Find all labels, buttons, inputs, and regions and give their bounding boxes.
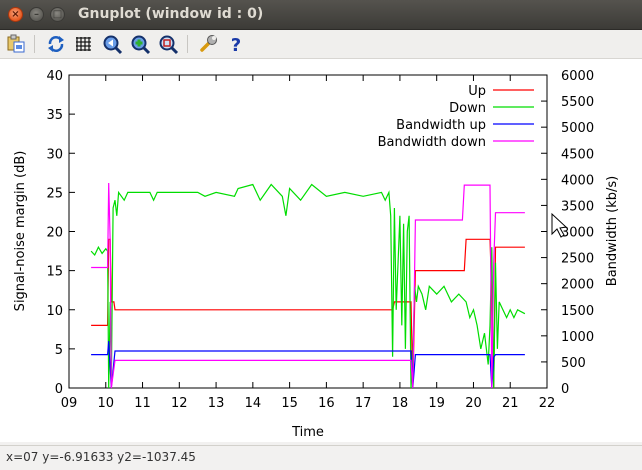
y2-tick-label: 0 [561,382,569,397]
plot-area[interactable]: 09 10 11 12 13 14 15 16 17 18 19 20 21 22 0 5 10 15 20 25 30… [0,59,642,442]
legend-label: Bandwidth up [396,118,486,133]
y2-tick-label: 2500 [561,252,594,267]
replot-button[interactable] [45,33,67,55]
x-tick-label: 17 [355,396,372,411]
zoom-prev-icon [103,35,123,55]
x-axis-label: Time [291,425,324,440]
toolbar-separator [187,35,188,53]
x-tick-label: 16 [318,396,335,411]
clipboard-icon [7,34,25,53]
x-tick-label: 22 [539,396,556,411]
svg-text:?: ? [231,35,241,55]
y2-axis-label: Bandwidth (kb/s) [605,176,620,286]
x-tick-label: 14 [245,396,262,411]
close-icon: × [11,9,20,20]
legend-label: Down [449,101,486,116]
y2-tick-label: 4000 [561,173,594,188]
y2-tick-label: 4500 [561,147,594,162]
y2-tick-label: 3500 [561,199,594,214]
maximize-button[interactable]: □ [50,7,65,22]
copy-to-clipboard-button[interactable] [5,33,27,55]
y2-tick-label: 500 [561,356,586,371]
x-tick-label: 19 [428,396,445,411]
gnuplot-window: × – □ Gnuplot (window id : 0) ? 09 10 11… [0,0,642,470]
y2-tick-label: 5000 [561,121,594,136]
y-tick-label: 35 [46,108,63,123]
zoom-autoscale-icon [159,35,179,55]
legend-label: Bandwidth down [378,135,486,150]
y-tick-label: 30 [46,147,63,162]
previous-zoom-button[interactable] [101,33,123,55]
x-tick-label: 12 [171,396,188,411]
refresh-icon [48,36,64,52]
help-icon: ? [231,35,241,56]
y2-tick-label: 1500 [561,304,594,319]
close-button[interactable]: × [8,7,23,22]
y-tick-label: 20 [46,226,63,241]
y2-tick-label: 3000 [561,226,594,241]
settings-button[interactable] [197,33,219,55]
y-tick-label: 0 [55,382,63,397]
y-tick-label: 25 [46,186,63,201]
x-tick-label: 20 [465,396,482,411]
toggle-grid-button[interactable] [73,33,95,55]
y2-tick-label: 5500 [561,95,594,110]
help-button[interactable]: ? [225,33,247,56]
status-bar: x=07 y=-6.91633 y2=-1037.45 [0,445,642,470]
title-bar[interactable]: × – □ Gnuplot (window id : 0) [0,0,642,30]
grid-icon [76,37,91,51]
y2-tick-label: 6000 [561,69,594,84]
x-tick-label: 10 [97,396,114,411]
legend-label: Up [468,84,486,99]
x-tick-label: 11 [134,396,151,411]
y-tick-label: 40 [46,69,63,84]
x-tick-label: 09 [61,396,78,411]
toolbar-separator [34,35,35,53]
maximize-icon: □ [52,9,63,20]
window-title: Gnuplot (window id : 0) [78,6,264,22]
minimize-button[interactable]: – [29,7,44,22]
toolbar: ? [0,30,642,59]
x-tick-label: 21 [502,396,519,411]
next-zoom-button[interactable] [129,33,151,55]
x-tick-label: 15 [281,396,298,411]
zoom-next-icon [131,35,151,55]
y2-tick-label: 1000 [561,330,594,345]
wrench-icon [200,35,217,52]
autoscale-button[interactable] [157,33,179,55]
coordinate-readout: x=07 y=-6.91633 y2=-1037.45 [6,450,196,464]
y-tick-label: 10 [46,304,63,319]
y-axis-label: Signal-noise margin (dB) [13,151,28,312]
plot-canvas[interactable]: 09 10 11 12 13 14 15 16 17 18 19 20 21 22 0 5 10 15 20 25 30… [0,59,642,442]
x-tick-label: 13 [208,396,225,411]
y2-tick-label: 2000 [561,278,594,293]
y-tick-label: 5 [55,343,63,358]
y-tick-label: 15 [46,265,63,280]
minimize-icon: – [34,9,39,20]
x-tick-label: 18 [392,396,409,411]
